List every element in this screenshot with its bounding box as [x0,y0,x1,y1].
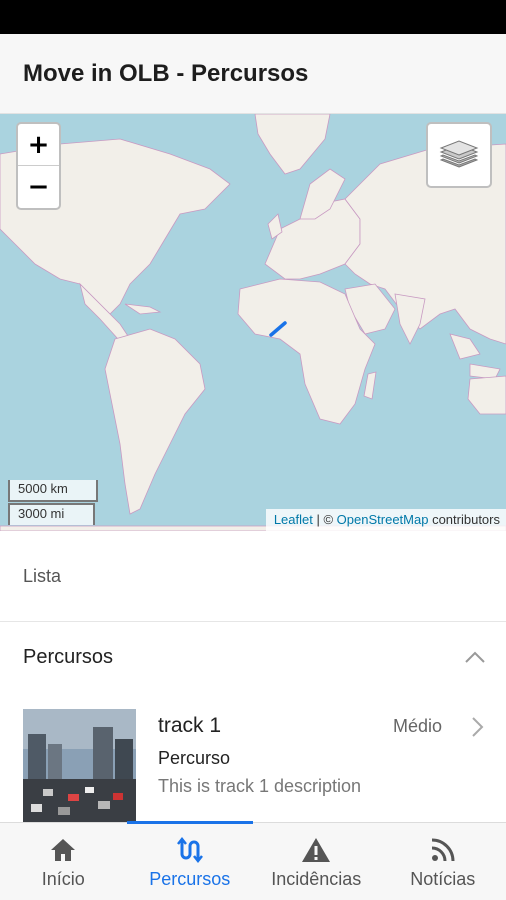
map-view[interactable]: + − 5000 km 3000 mi Leaflet | © OpenStre… [0,114,506,531]
layers-button[interactable] [426,122,492,188]
tab-inicio[interactable]: Início [0,823,127,900]
route-icon [175,835,205,865]
map-attribution: Leaflet | © OpenStreetMap contributors [265,509,506,531]
osm-link[interactable]: OpenStreetMap [337,512,429,527]
zoom-control: + − [16,122,61,210]
track-type: Percurso [158,748,231,768]
lista-label: Lista [23,565,62,586]
attribution-suffix: contributors [428,512,500,527]
warning-icon [301,835,331,865]
tab-percursos-label: Percursos [149,869,231,889]
status-bar [0,0,506,34]
app-header: Move in OLB - Percursos [0,34,506,114]
chevron-right-icon [472,717,484,737]
scale-mi: 3000 mi [8,503,95,525]
tab-incidencias-label: Incidências [271,869,362,889]
rss-feed-icon [428,835,458,865]
percursos-accordion-header[interactable]: Percursos [0,622,506,692]
track-description: This is track 1 description [158,776,362,796]
home-icon [48,835,78,865]
tab-noticias[interactable]: Notícias [380,823,506,900]
percursos-title: Percursos [23,645,114,668]
list-item[interactable]: track 1 Médio Percurso This is track 1 d… [0,692,506,822]
layers-icon [439,140,479,168]
tab-percursos[interactable]: Percursos [126,821,254,900]
track-thumbnail [23,709,136,822]
scale-km: 5000 km [8,480,98,502]
bottom-navigation: Início Percursos Incidências Notícias [0,821,506,900]
leaflet-link[interactable]: Leaflet [274,512,313,527]
track-level: Médio [393,716,443,736]
tab-noticias-label: Notícias [410,869,476,889]
tab-incidencias[interactable]: Incidências [253,823,380,900]
tab-inicio-label: Início [41,869,85,889]
map-scale: 5000 km 3000 mi [8,480,98,525]
track-name: track 1 [158,714,222,737]
attribution-separator: | © [312,512,337,527]
zoom-in-button[interactable]: + [18,124,59,166]
zoom-out-button[interactable]: − [18,166,59,208]
page-title: Move in OLB - Percursos [23,59,309,87]
lista-section: Lista [0,531,506,622]
chevron-up-icon [465,651,485,663]
